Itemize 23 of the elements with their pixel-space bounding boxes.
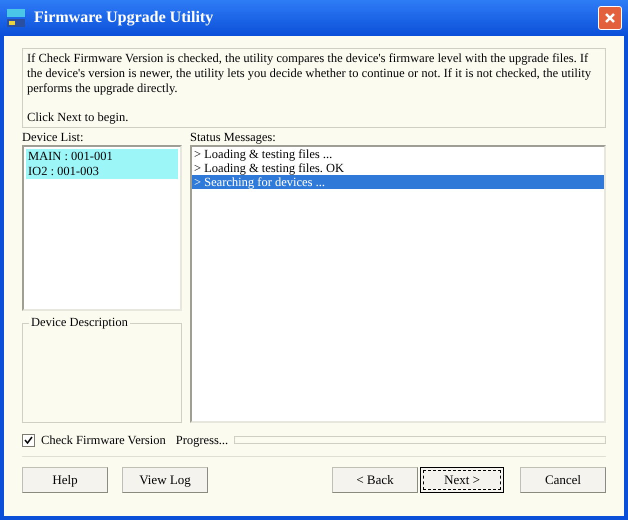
status-message[interactable]: > Searching for devices ... <box>192 175 604 189</box>
device-list-label: Device List: <box>22 130 84 145</box>
dialog-button[interactable]: Cancel <box>520 466 606 493</box>
close-button[interactable] <box>598 6 622 30</box>
dialog-button[interactable]: Next > <box>420 466 504 493</box>
status-message[interactable]: > Loading & testing files. OK <box>192 161 604 175</box>
status-message[interactable]: > Loading & testing files ... <box>192 147 604 161</box>
device-list-item[interactable]: MAIN : 001-001 <box>26 149 178 164</box>
status-messages-label: Status Messages: <box>190 130 277 145</box>
dialog-button[interactable]: < Back <box>332 466 418 493</box>
device-description-label: Device Description <box>29 315 130 330</box>
progress-label: Progress... <box>176 432 228 449</box>
intro-prompt: Click Next to begin. <box>27 110 130 125</box>
intro-text: If Check Firmware Version is checked, the utility compares the device's firmware level with the upgrade files. If the device's version is newer, the utility lets you decide whether to continue or not. If it is not checked, the utility performs the upgrade directly. <box>27 51 592 96</box>
check-firmware-label: Check Firmware Version <box>41 432 166 449</box>
dialog-button[interactable]: Help <box>22 466 108 493</box>
check-firmware-checkbox[interactable] <box>22 434 35 447</box>
window-title: Firmware Upgrade Utility <box>34 8 214 28</box>
app-icon <box>6 8 26 28</box>
device-list[interactable]: MAIN : 001-001 IO2 : 001-003 <box>22 145 182 311</box>
dialog-button[interactable]: View Log <box>122 466 208 493</box>
device-list-item[interactable]: IO2 : 001-003 <box>26 164 178 179</box>
close-icon <box>604 12 616 24</box>
